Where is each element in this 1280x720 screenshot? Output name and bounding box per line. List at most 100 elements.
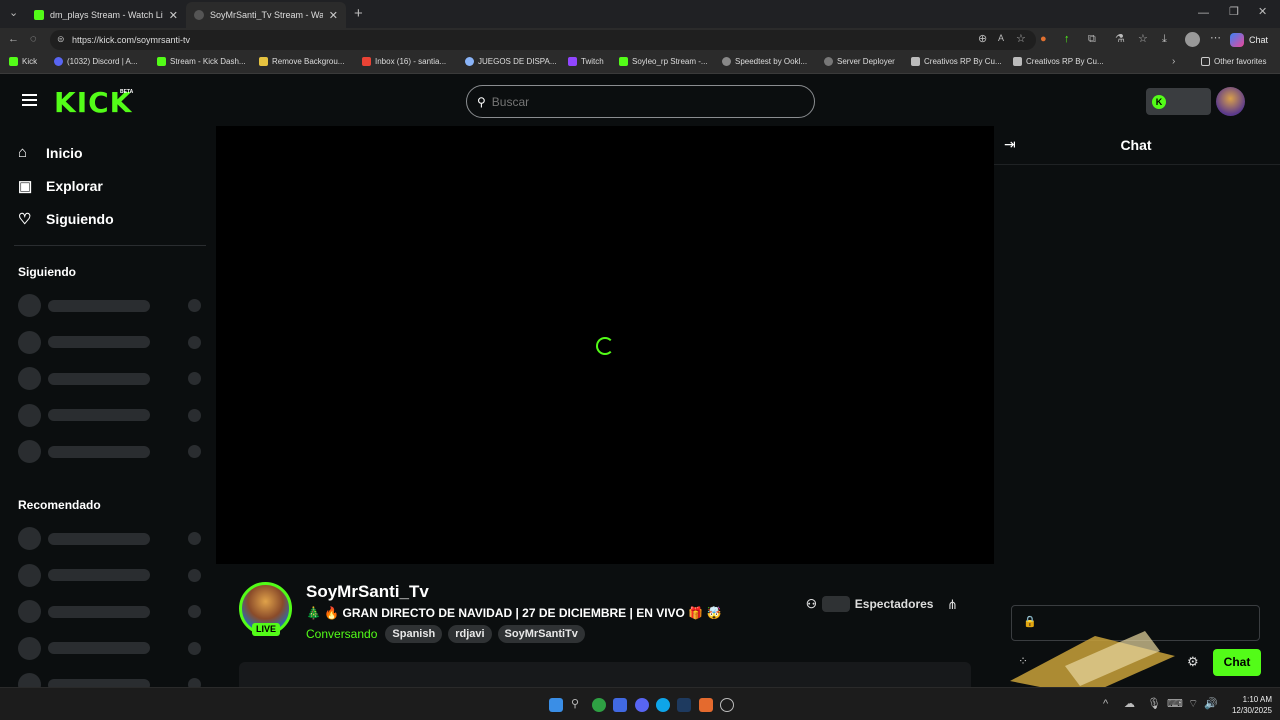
wifi-icon[interactable]: ⌔	[1188, 699, 1198, 710]
loading-spinner	[596, 337, 614, 355]
kick-icon	[157, 57, 166, 66]
skeleton-dot	[188, 372, 201, 386]
onedrive-icon[interactable]: ☁	[1124, 699, 1135, 710]
stream-meta: Conversando Spanish rdjavi SoyMrSantiTv	[306, 625, 591, 643]
skeleton-avatar	[18, 673, 41, 687]
steam-icon[interactable]	[677, 698, 691, 712]
back-icon[interactable]: ←	[8, 34, 19, 45]
profile-avatar[interactable]	[1185, 32, 1200, 47]
bookmark-item[interactable]: (1032) Discord | A...	[54, 57, 138, 66]
app-icon[interactable]	[720, 698, 734, 712]
tag-rdjavi[interactable]: rdjavi	[448, 625, 492, 643]
microphone-icon[interactable]: 🎙	[1147, 699, 1161, 710]
bookmark-item[interactable]: Creativos RP By Cu...	[911, 57, 1002, 66]
favorite-star-icon[interactable]: ☆	[1016, 34, 1026, 45]
close-tab-icon[interactable]: ✕	[329, 9, 338, 22]
skeleton-text	[48, 678, 150, 687]
discord-icon[interactable]	[635, 698, 649, 712]
other-favorites[interactable]: Other favorites	[1201, 57, 1266, 66]
chat-settings-icon[interactable]: ⚙	[1187, 654, 1199, 670]
skeleton-text	[48, 532, 150, 545]
split-screen-icon[interactable]: ⚗	[1115, 34, 1125, 45]
viewers-label: Espectadores	[854, 597, 934, 611]
app-icon[interactable]	[699, 698, 713, 712]
shield-icon	[1013, 57, 1022, 66]
bookmark-item[interactable]: Soyleo_rp Stream -...	[619, 57, 708, 66]
extension-icon[interactable]: ●	[1040, 34, 1047, 45]
tab-soymrsanti[interactable]: SoyMrSanti_Tv Stream - Watch Live on Kic…	[186, 2, 346, 28]
address-input[interactable]: ⊜ https://kick.com/soymrsanti-tv ⊕ A ☆	[50, 30, 1036, 50]
channel-name[interactable]: SoyMrSanti_Tv	[306, 582, 429, 602]
skeleton-text	[48, 299, 150, 312]
copilot-label: Chat	[1249, 35, 1269, 45]
loading-spinner-icon[interactable]: ◌	[30, 34, 37, 45]
app-icon[interactable]	[592, 698, 606, 712]
edge-icon[interactable]	[656, 698, 670, 712]
clock[interactable]: 1:10 AM 12/30/2025	[1222, 694, 1272, 716]
bookmark-item[interactable]: Stream - Kick Dash...	[157, 57, 246, 66]
live-badge: LIVE	[252, 623, 280, 636]
bookmark-item[interactable]: Twitch	[568, 57, 604, 66]
heart-icon: ♡	[18, 211, 32, 228]
chevron-right-icon[interactable]: ›	[1172, 57, 1175, 67]
extensions-icon[interactable]: ⧉	[1088, 34, 1096, 45]
kick-points-button[interactable]: K	[1146, 88, 1211, 115]
close-window-icon[interactable]: ✕	[1258, 7, 1267, 18]
bookmark-item[interactable]: Remove Backgrou...	[259, 57, 344, 66]
downloads-icon[interactable]: ⤓	[1162, 34, 1167, 45]
volume-icon[interactable]: 🔊	[1204, 699, 1218, 710]
skeleton-text	[48, 445, 150, 458]
restore-icon[interactable]: ❐	[1229, 7, 1239, 18]
search-icon[interactable]: ⚲	[571, 699, 579, 710]
browse-icon: ▣	[18, 178, 33, 195]
bookmark-item[interactable]: JUEGOS DE DISPA...	[465, 57, 557, 66]
copilot-button[interactable]: Chat	[1230, 31, 1268, 49]
minimize-icon[interactable]: —	[1198, 8, 1209, 19]
site-info-icon[interactable]: ⊜	[57, 35, 65, 44]
skeleton-dot	[188, 641, 201, 655]
tray-chevron-icon[interactable]: ^	[1103, 699, 1108, 710]
nav-siguiendo[interactable]: ♡ Siguiendo	[18, 210, 114, 228]
hamburger-menu-icon[interactable]	[22, 94, 37, 106]
zoom-icon[interactable]: ⊕	[978, 34, 987, 45]
favorites-icon[interactable]: ☆	[1138, 34, 1148, 45]
chat-panel: ⇥ Chat 🔒 ⁘ ⚙ Chat	[994, 126, 1280, 687]
skeleton-text	[48, 642, 150, 655]
close-tab-icon[interactable]: ✕	[169, 9, 178, 22]
share-icon[interactable]: ⋔	[947, 597, 958, 613]
skeleton-dot	[188, 568, 201, 582]
more-menu-icon[interactable]: ⋯	[1210, 33, 1221, 44]
skeleton-avatar	[18, 440, 41, 464]
bookmark-item[interactable]: Server Deployer	[824, 57, 895, 66]
chat-send-button[interactable]: Chat	[1213, 649, 1261, 676]
nav-inicio[interactable]: ⌂ Inicio	[18, 144, 83, 161]
video-player[interactable]	[216, 126, 994, 564]
tab-list-icon[interactable]: ⌄	[9, 8, 18, 19]
kick-icon	[9, 57, 18, 66]
kick-page: KICK BETA ⚲ K ⌂Inicio ▣Explorar ♡Siguien…	[0, 76, 1280, 687]
category-link[interactable]: Conversando	[306, 627, 377, 641]
tag-spanish[interactable]: Spanish	[385, 625, 443, 643]
bookmark-item[interactable]: Creativos RP By Cu...	[1013, 57, 1104, 66]
new-tab-icon[interactable]: +	[354, 6, 363, 21]
user-avatar[interactable]	[1216, 87, 1245, 116]
bookmark-item[interactable]: Kick	[9, 57, 37, 66]
nav-explorar[interactable]: ▣ Explorar	[18, 177, 103, 195]
keyboard-icon[interactable]: ⌨	[1167, 699, 1183, 710]
tab-dm-plays[interactable]: dm_plays Stream - Watch Live on Kick ✕	[26, 2, 186, 28]
skeleton-dot	[188, 408, 201, 422]
start-icon[interactable]	[549, 698, 563, 712]
app-icon[interactable]	[613, 698, 627, 712]
speedtest-icon	[722, 57, 731, 66]
read-aloud-icon[interactable]: A	[998, 34, 1004, 43]
tag-soymrsantitv[interactable]: SoyMrSantiTv	[497, 625, 585, 643]
bookmark-item[interactable]: Speedtest by Ookl...	[722, 57, 807, 66]
gear-icon	[824, 57, 833, 66]
bookmark-item[interactable]: Inbox (16) - santia...	[362, 57, 446, 66]
extension-icon[interactable]: ↑	[1064, 34, 1070, 45]
search-input[interactable]	[491, 94, 792, 109]
browser-tab-bar: ⌄ dm_plays Stream - Watch Live on Kick ✕…	[0, 0, 1280, 28]
skeleton-avatar	[18, 600, 41, 624]
search-box[interactable]: ⚲	[466, 85, 815, 118]
skeleton-dot	[188, 605, 201, 619]
